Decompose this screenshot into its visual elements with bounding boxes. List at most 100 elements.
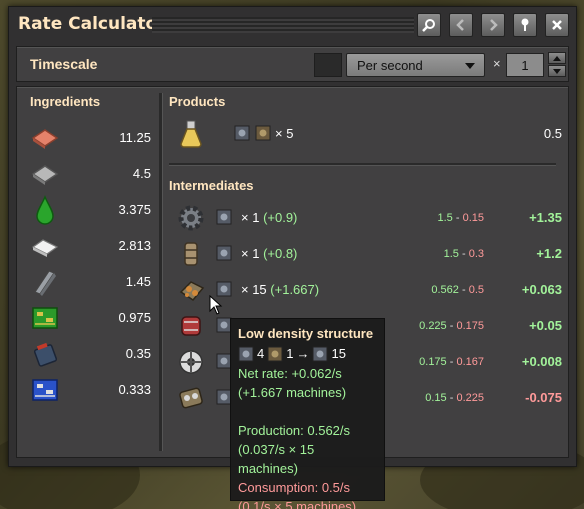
- net-rate: +1.2: [536, 246, 562, 261]
- machine-count: × 5: [275, 126, 294, 141]
- product-row[interactable]: × 5 0.5: [167, 116, 567, 152]
- ingredient-row[interactable]: 0.35: [17, 336, 157, 372]
- chevron-left-icon: [456, 19, 464, 31]
- net-rate: 0.5: [543, 126, 562, 141]
- search-button[interactable]: [417, 13, 441, 37]
- close-button[interactable]: [545, 13, 569, 37]
- ingredient-value: 0.333: [118, 382, 151, 397]
- processing-unit-icon: [179, 387, 203, 409]
- intermediate-row[interactable]: × 1 (+0.8) 1.5 - 0.3 +1.2: [167, 236, 567, 272]
- net-rate: +0.05: [529, 318, 562, 333]
- flying-robot-frame-icon: [179, 350, 203, 374]
- tooltip-title: Low density structure: [238, 326, 374, 341]
- assembling-machine-icon: [267, 346, 283, 361]
- tooltip-net-machines: (+1.667 machines): [238, 385, 347, 400]
- recipe-count: 15: [331, 346, 346, 361]
- recipe-count: 1: [286, 346, 294, 361]
- ingredient-value: 3.375: [118, 202, 151, 217]
- back-button[interactable]: [449, 13, 473, 37]
- ingredient-value: 2.813: [118, 238, 151, 253]
- advanced-circuit-icon: [32, 379, 58, 401]
- ingredient-row[interactable]: 11.25: [17, 120, 157, 156]
- intermediate-row[interactable]: × 1 (+0.9) 1.5 - 0.15 +1.35: [167, 200, 567, 236]
- pin-button[interactable]: [513, 13, 537, 37]
- machine-count: × 15 (+1.667): [241, 282, 320, 297]
- net-rate: -0.075: [525, 390, 562, 405]
- close-icon: [552, 20, 562, 30]
- ingredient-value: 11.25: [119, 130, 151, 145]
- tooltip-production: Production: 0.562/s: [238, 423, 351, 438]
- timescale-choose-button[interactable]: [314, 53, 342, 77]
- ingredient-row[interactable]: 1.45: [17, 264, 157, 300]
- ingredient-value: 4.5: [132, 166, 151, 181]
- ingredients-heading: Ingredients: [30, 94, 101, 109]
- assembling-machine-icon: [216, 245, 232, 261]
- mouse-cursor-icon: [209, 295, 223, 315]
- electronic-circuit-icon: [32, 307, 58, 329]
- machine-count: × 1 (+0.8): [241, 246, 298, 261]
- ingredient-row[interactable]: 0.975: [17, 300, 157, 336]
- assembling-machine-icon: [216, 209, 232, 225]
- forward-button[interactable]: [481, 13, 505, 37]
- assembling-machine-icon: [234, 125, 250, 141]
- multiplier-input[interactable]: 1: [506, 53, 544, 77]
- timescale-selected: Per second: [357, 58, 423, 73]
- copper-plate-icon: [31, 129, 59, 149]
- production-consumption: 0.225 - 0.175: [419, 320, 484, 332]
- production-consumption: 0.175 - 0.167: [419, 356, 484, 368]
- ingredient-row[interactable]: 0.333: [17, 372, 157, 408]
- production-consumption: 0.15 - 0.225: [425, 392, 484, 404]
- net-rate: +0.063: [521, 282, 562, 297]
- ingredient-value: 1.45: [125, 274, 151, 289]
- arrow-up-icon: [553, 55, 561, 61]
- tooltip-spacer: [238, 402, 377, 421]
- iron-stick-icon: [34, 270, 56, 296]
- search-icon: [422, 19, 435, 32]
- intermediates-heading: Intermediates: [169, 178, 254, 193]
- ingredient-value: 0.35: [125, 346, 151, 361]
- plastic-bar-icon: [31, 239, 59, 257]
- ingredient-row[interactable]: 3.375: [17, 192, 157, 228]
- low-density-structure-icon: [179, 281, 205, 301]
- iron-gear-icon: [178, 205, 204, 231]
- electric-engine-unit-icon: [181, 316, 201, 336]
- assembling-machine-icon: [238, 346, 254, 361]
- arrow-down-icon: [553, 68, 561, 74]
- products-heading: Products: [169, 94, 226, 109]
- window-title: Rate Calculator: [18, 14, 166, 34]
- tooltip-production-detail: (0.037/s × 15 machines): [238, 442, 315, 476]
- timescale-dropdown[interactable]: Per second: [346, 53, 485, 77]
- machine-count: × 1 (+0.9): [241, 210, 298, 225]
- pin-icon: [521, 18, 529, 31]
- column-divider: [159, 93, 162, 451]
- multiplier-decrement-button[interactable]: [548, 65, 566, 77]
- timescale-label: Timescale: [30, 56, 98, 72]
- production-consumption: 0.562 - 0.5: [431, 284, 484, 296]
- science-pack-icon: [180, 120, 202, 148]
- net-rate: +0.008: [521, 354, 562, 369]
- tooltip-consumption: Consumption: 0.5/s: [238, 480, 351, 495]
- title-bar[interactable]: Rate Calculator: [9, 7, 576, 43]
- tooltip-consumption-detail: (0.1/s × 5 machines): [238, 499, 357, 509]
- assembling-machine-icon: [255, 125, 271, 141]
- recipe-tooltip: Low density structure 4 1 → 15 Net rate:…: [230, 318, 385, 509]
- multiplier-increment-button[interactable]: [548, 52, 566, 64]
- timescale-bar: Timescale Per second × 1: [16, 46, 569, 82]
- arrow-right-icon: →: [296, 346, 310, 361]
- assembling-machine-icon: [312, 346, 328, 361]
- tooltip-net-rate: Net rate: +0.062/s: [238, 366, 342, 381]
- steel-plate-icon: [31, 165, 59, 185]
- production-consumption: 1.5 - 0.3: [443, 248, 484, 260]
- intermediate-row[interactable]: × 15 (+1.667) 0.562 - 0.5 +0.063: [167, 272, 567, 308]
- ingredient-row[interactable]: 4.5: [17, 156, 157, 192]
- production-consumption: 1.5 - 0.15: [437, 212, 484, 224]
- battery-icon: [33, 342, 58, 367]
- drag-handle[interactable]: [152, 17, 414, 33]
- section-divider: [169, 163, 556, 165]
- ingredient-row[interactable]: 2.813: [17, 228, 157, 264]
- engine-unit-icon: [184, 242, 198, 266]
- recipe-count: 4: [257, 346, 265, 361]
- chevron-down-icon: [465, 63, 475, 69]
- chevron-right-icon: [490, 19, 498, 31]
- lubricant-icon: [36, 195, 54, 225]
